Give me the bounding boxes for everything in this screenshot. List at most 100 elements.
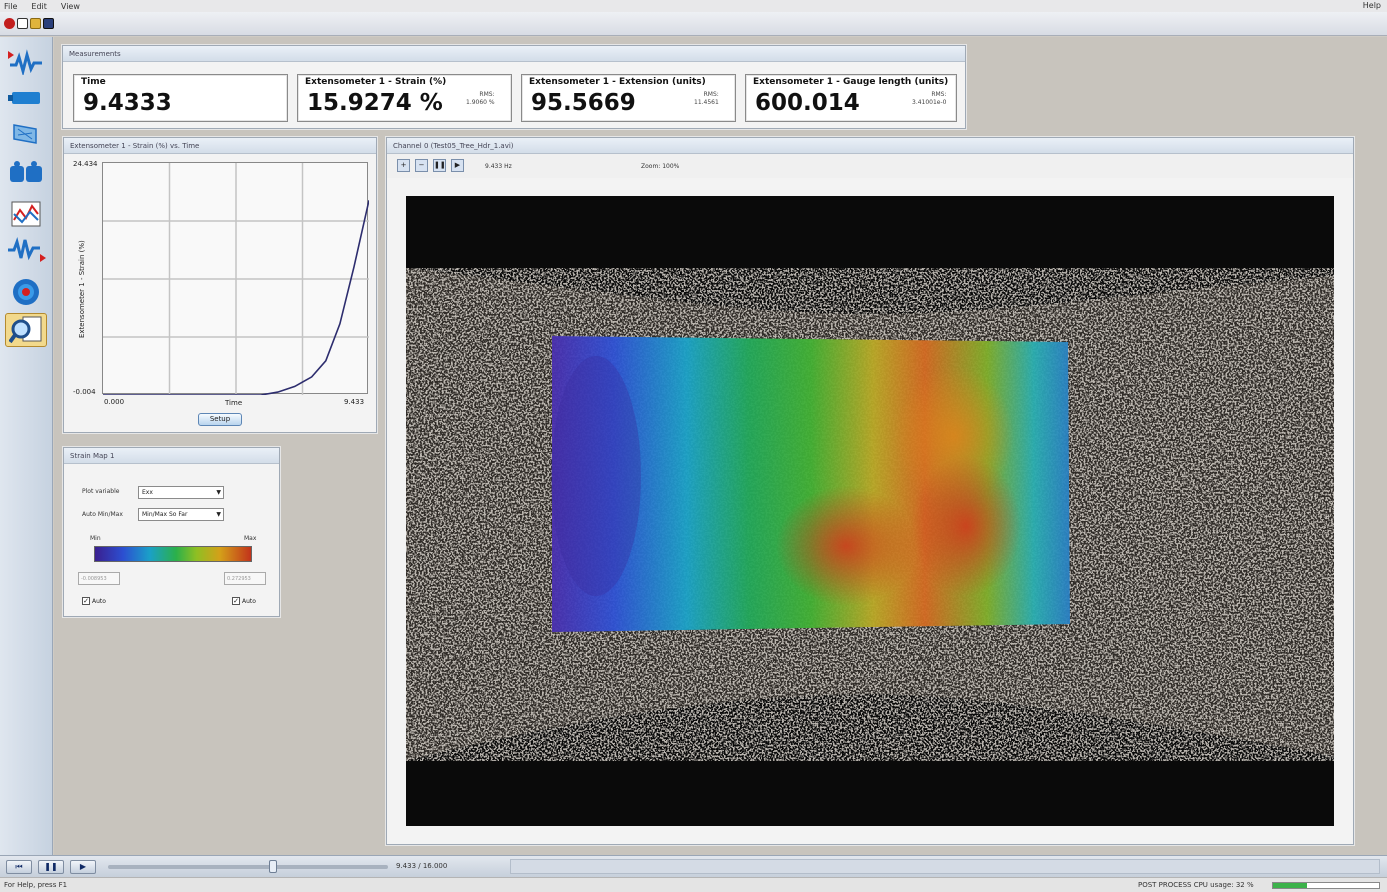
open-icon[interactable] <box>30 18 41 29</box>
image-view-title: Channel 0 (Test05_Tree_Hdr_1.avi) <box>387 138 1353 154</box>
colorbar-min-label: Min <box>90 535 101 542</box>
image-view-panel: Channel 0 (Test05_Tree_Hdr_1.avi) + − ❚❚… <box>386 137 1354 845</box>
frame-rate-label: 9.433 Hz <box>485 163 512 170</box>
specimen-strain-overlay <box>406 196 1334 826</box>
skip-back-icon: ⏮ <box>15 862 23 871</box>
plot-variable-label: Plot variable <box>82 488 120 495</box>
auto-minmax-select[interactable]: Min/Max So Far ▼ <box>138 508 224 521</box>
colorbar-max-label: Max <box>244 535 257 542</box>
y-min-label: -0.004 <box>73 388 96 396</box>
cpu-usage-bar <box>1272 882 1380 889</box>
auto-minmax-label: Auto Min/Max <box>82 511 123 518</box>
sidebar-item-correlation[interactable] <box>5 155 47 189</box>
auto-max-checkbox[interactable]: ✓ Auto <box>232 597 256 605</box>
record-icon[interactable] <box>4 18 15 29</box>
menu-edit[interactable]: Edit <box>31 2 47 11</box>
save-icon[interactable] <box>43 18 54 29</box>
measurement-gauge-length: Extensometer 1 - Gauge length (units) 60… <box>745 74 957 122</box>
strain-chart-panel: Extensometer 1 - Strain (%) vs. Time 24.… <box>63 137 377 433</box>
menu-help[interactable]: Help <box>1363 1 1381 10</box>
measurements-title: Measurements <box>63 46 965 62</box>
sidebar-item-graph[interactable] <box>5 197 47 231</box>
x-max-label: 9.433 <box>344 398 365 406</box>
sidebar-item-calibration[interactable] <box>5 117 47 151</box>
auto-min-checkbox[interactable]: ✓ Auto <box>82 597 106 605</box>
strain-chart[interactable] <box>102 162 370 396</box>
cpu-usage-fill <box>1273 883 1307 888</box>
playback-info-field <box>510 859 1380 874</box>
playback-bar: ⏮ ❚❚ ▶ 9.433 / 16.000 <box>0 855 1387 877</box>
zoom-label: Zoom: 100% <box>641 163 680 170</box>
graph-icon <box>11 201 41 227</box>
main-toolbar <box>0 12 1387 36</box>
sidebar-item-signal[interactable] <box>5 233 47 267</box>
measurement-value: 15.9274 % <box>307 90 443 116</box>
measurement-rms: RMS: 11.4561 <box>694 91 719 106</box>
checkmark-icon: ✓ <box>232 597 240 605</box>
pause-icon: ❚❚ <box>44 862 58 871</box>
menu-file[interactable]: File <box>4 2 17 11</box>
sidebar-item-analyze[interactable] <box>5 313 47 347</box>
target-icon <box>13 279 39 305</box>
pause-icon[interactable]: ❚❚ <box>433 159 446 172</box>
sidebar-item-target[interactable] <box>5 275 47 309</box>
max-value-input[interactable]: 0.272953 <box>224 572 266 585</box>
strain-map-title: Strain Map 1 <box>64 448 279 464</box>
measurement-label: Time <box>81 77 106 87</box>
timeline-thumb[interactable] <box>269 860 278 873</box>
status-bar: For Help, press F1 POST PROCESS CPU usag… <box>0 877 1387 892</box>
play-button[interactable]: ▶ <box>70 860 96 874</box>
calibration-icon <box>13 124 37 144</box>
new-icon[interactable] <box>17 18 28 29</box>
measurement-extension: Extensometer 1 - Extension (units) 95.56… <box>521 74 736 122</box>
workspace: Measurements Time 9.4333 Extensometer 1 … <box>54 37 1387 855</box>
play-icon[interactable]: ▶ <box>451 159 464 172</box>
status-help-text: For Help, press F1 <box>4 881 68 889</box>
camera-icon <box>8 92 40 104</box>
strain-chart-svg <box>103 163 370 396</box>
zoom-out-icon[interactable]: − <box>415 159 428 172</box>
go-start-button[interactable]: ⏮ <box>6 860 32 874</box>
y-axis-label: Extensometer 1 - Strain (%) <box>78 240 86 338</box>
chevron-down-icon: ▼ <box>216 489 221 496</box>
measurement-strain: Extensometer 1 - Strain (%) 15.9274 % RM… <box>297 74 512 122</box>
waveform-icon <box>8 49 42 75</box>
menu-bar: File Edit View Help <box>0 0 1387 12</box>
analyze-icon <box>9 316 42 344</box>
measurement-value: 95.5669 <box>531 90 636 116</box>
image-toolbar: + − ❚❚ ▶ 9.433 Hz Zoom: 100% <box>387 154 1353 178</box>
chevron-down-icon: ▼ <box>216 511 221 518</box>
measurements-panel: Measurements Time 9.4333 Extensometer 1 … <box>62 45 966 129</box>
correlation-icon <box>10 161 42 182</box>
plot-variable-select[interactable]: Exx ▼ <box>138 486 224 499</box>
signal-icon <box>8 236 46 262</box>
menu-view[interactable]: View <box>61 2 80 11</box>
play-icon: ▶ <box>79 862 87 871</box>
strain-colorbar <box>94 546 252 562</box>
strain-map-panel: Strain Map 1 Plot variable Exx ▼ Auto Min… <box>63 447 280 617</box>
strain-chart-title: Extensometer 1 - Strain (%) vs. Time <box>64 138 376 154</box>
pause-button[interactable]: ❚❚ <box>38 860 64 874</box>
zoom-in-icon[interactable]: + <box>397 159 410 172</box>
measurement-value: 9.4333 <box>83 90 172 116</box>
measurement-value: 600.014 <box>755 90 860 116</box>
status-cpu-text: POST PROCESS CPU usage: 32 % <box>1138 881 1254 889</box>
playback-time: 9.433 / 16.000 <box>396 862 448 870</box>
measurement-rms: RMS: 1.9060 % <box>466 91 495 106</box>
checkmark-icon: ✓ <box>82 597 90 605</box>
sidebar-item-waveform[interactable] <box>5 45 47 79</box>
sidebar <box>0 37 53 855</box>
y-max-label: 24.434 <box>73 160 98 168</box>
measurement-label: Extensometer 1 - Gauge length (units) <box>753 77 949 87</box>
measurement-time: Time 9.4333 <box>73 74 288 122</box>
timeline-track[interactable] <box>108 865 388 869</box>
measurement-label: Extensometer 1 - Extension (units) <box>529 77 706 87</box>
specimen-image[interactable] <box>406 196 1334 826</box>
measurement-rms: RMS: 3.41001e-0 <box>912 91 947 106</box>
x-min-label: 0.000 <box>104 398 125 406</box>
min-value-input[interactable]: -0.008953 <box>78 572 120 585</box>
setup-button[interactable]: Setup <box>198 413 242 426</box>
x-axis-label: Time <box>225 399 243 407</box>
measurement-label: Extensometer 1 - Strain (%) <box>305 77 447 87</box>
sidebar-item-camera[interactable] <box>5 81 47 115</box>
